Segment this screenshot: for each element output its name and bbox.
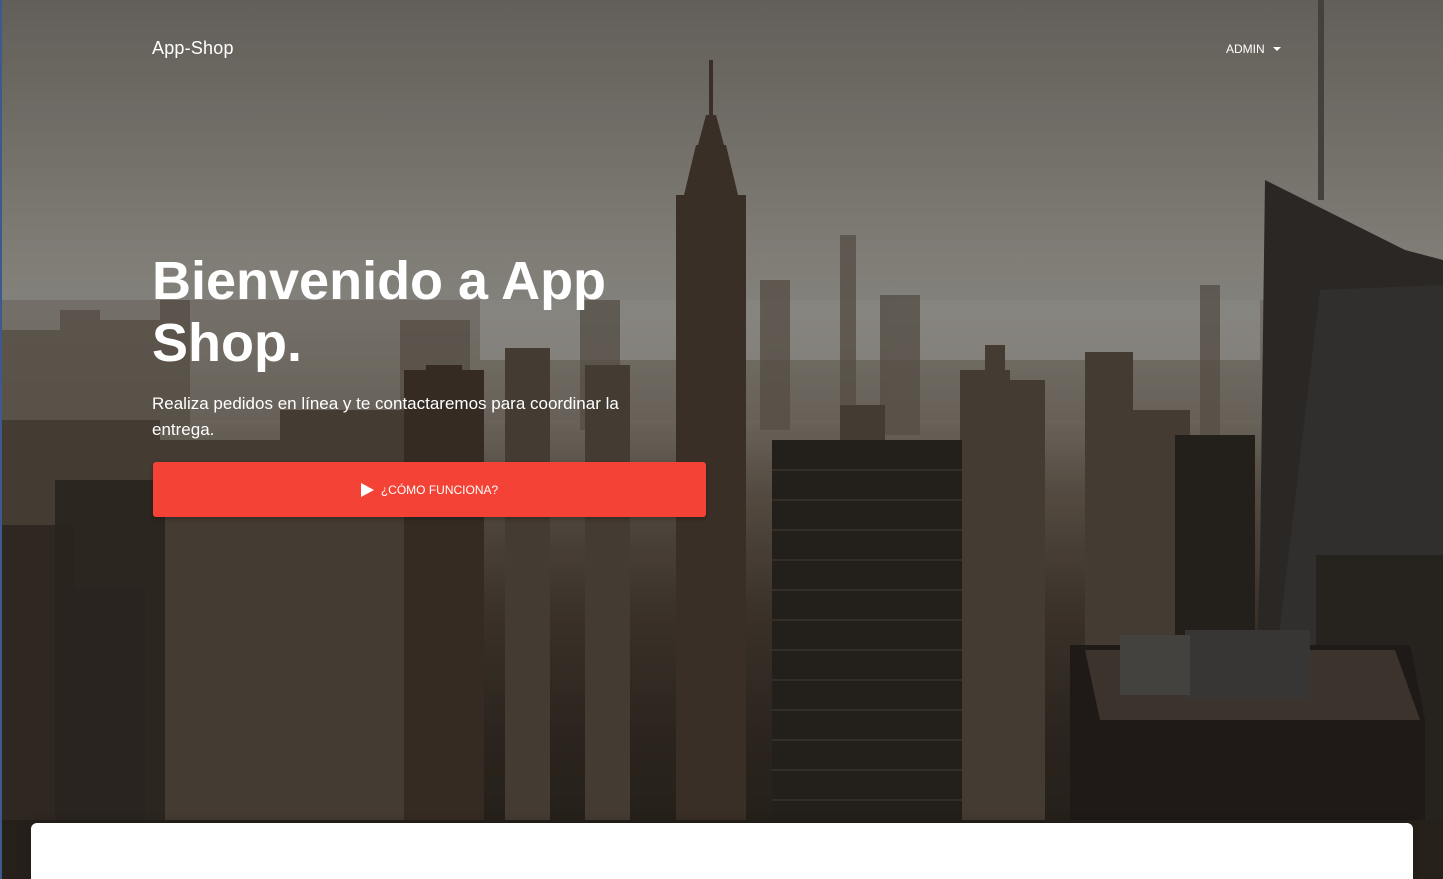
hero-description: Realiza pedidos en línea y te contactare… <box>152 394 619 439</box>
user-menu-label: ADMIN <box>1226 42 1265 56</box>
how-it-works-button[interactable]: ¿CÓMO FUNCIONA? <box>153 462 706 517</box>
main-content-card <box>31 823 1413 879</box>
how-it-works-label: ¿CÓMO FUNCIONA? <box>380 482 499 497</box>
caret-down-icon <box>1272 47 1281 51</box>
landing-page: App-Shop ADMIN Bienvenido a App Shop. Re… <box>0 0 1443 879</box>
brand-link[interactable]: App-Shop <box>152 38 234 59</box>
window-edge <box>0 0 2 879</box>
play-icon <box>360 482 374 497</box>
user-menu-dropdown[interactable]: ADMIN <box>1226 42 1281 56</box>
page-title: Bienvenido a App Shop. <box>152 251 607 373</box>
